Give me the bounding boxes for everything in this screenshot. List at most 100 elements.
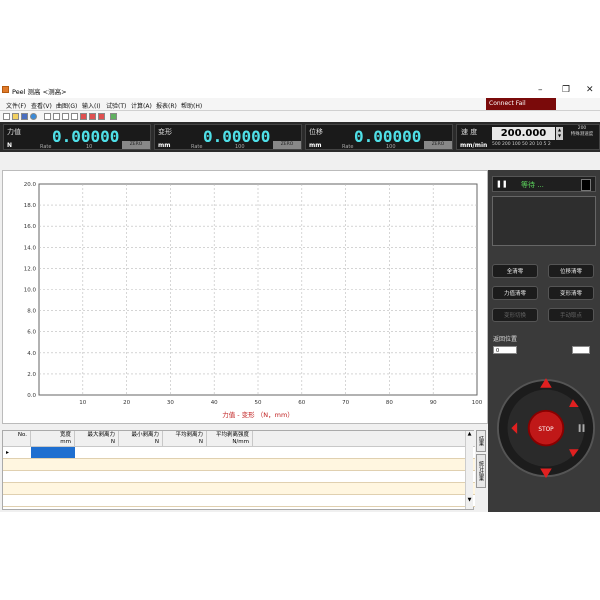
displacement-rate-label: Rate <box>342 144 354 150</box>
displacement-unit: mm <box>309 142 322 149</box>
displacement-panel: 位移 mm 0.00000 Rate 100 ZERO <box>305 124 453 150</box>
menu-file[interactable]: 文件(F) <box>6 101 26 110</box>
force-unit: N <box>7 142 13 149</box>
y-tick-label: 12.0 <box>24 266 37 272</box>
x-tick-label: 30 <box>167 400 174 406</box>
control-panel: ❚❚ 等待 ... 全清零 位移清零 力值清零 变形清零 变形切换 手动取点 返… <box>488 170 600 512</box>
special-speed[interactable]: 200 特殊测速度 <box>565 126 599 138</box>
table-scrollbar[interactable]: ▲ ▼ <box>465 431 473 509</box>
tab-results[interactable]: 结果 <box>476 430 486 452</box>
return-position-input[interactable]: 0 <box>493 346 517 354</box>
table-row[interactable] <box>3 483 475 495</box>
selected-cell[interactable] <box>31 447 75 458</box>
menu-graph[interactable]: 曲图(G) <box>56 101 77 110</box>
col-avg-label: 平均剥离力 <box>175 432 203 438</box>
print-icon[interactable] <box>89 113 96 120</box>
table-icon[interactable] <box>44 113 51 120</box>
app-icon <box>2 86 9 93</box>
y-tick-label: 4.0 <box>27 351 36 357</box>
menu-view[interactable]: 查看(V) <box>31 101 52 110</box>
displacement-zero-button[interactable]: ZERO <box>424 141 452 149</box>
position-spinner[interactable] <box>572 346 590 354</box>
col-avg-unit: N <box>198 439 203 445</box>
curve-icon[interactable] <box>62 113 69 120</box>
col-min-unit: N <box>154 439 159 445</box>
col-no[interactable]: No. <box>3 431 31 447</box>
col-avg-force[interactable]: 平均剥离力 N <box>163 431 207 447</box>
table-row[interactable] <box>3 459 475 471</box>
y-tick-label: 10.0 <box>24 288 37 294</box>
help-icon[interactable] <box>30 113 37 120</box>
speed-spinner[interactable]: ▲ ▼ <box>556 127 563 140</box>
open-folder-icon[interactable] <box>12 113 19 120</box>
x-tick-label: 90 <box>430 400 437 406</box>
switch-deform-button[interactable]: 变形切换 <box>492 308 538 322</box>
minimize-button[interactable]: – <box>538 84 543 96</box>
force-zero-button[interactable]: ZERO <box>122 141 150 149</box>
title-bar: Peel 测高 <测高> – ❐ ✕ <box>0 82 600 98</box>
col-width-label: 宽度 <box>59 432 71 438</box>
menu-test[interactable]: 试验(T) <box>106 101 126 110</box>
grid-icon[interactable] <box>71 113 78 120</box>
menu-report[interactable]: 报表(R) <box>156 101 177 110</box>
deform-rate: 100 <box>235 144 245 150</box>
close-button[interactable]: ✕ <box>586 84 594 96</box>
new-file-icon[interactable] <box>3 113 10 120</box>
deform-zero-button[interactable]: ZERO <box>273 141 301 149</box>
force-label: 力值 <box>7 128 21 136</box>
speed-presets[interactable]: 500 200 100 50 20 10 5 2 <box>492 142 551 147</box>
col-avg-strength[interactable]: 平均剥离强度 N/mm <box>207 431 253 447</box>
return-position-label: 返回位置 <box>493 336 518 343</box>
displacement-rate: 100 <box>386 144 396 150</box>
menu-input[interactable]: 输入(I) <box>82 101 100 110</box>
save-icon[interactable] <box>21 113 28 120</box>
manual-point-button[interactable]: 手动取点 <box>548 308 594 322</box>
chart-area: 0.0 2.0 4.0 6.0 8.0 10.0 12.0 14.0 16.0 18.0 20.0 1… <box>2 170 488 424</box>
special-speed-label: 特殊测速度 <box>570 132 594 137</box>
col-width-unit: mm <box>60 439 71 445</box>
table-row[interactable] <box>3 471 475 483</box>
clear-deform-button[interactable]: 变形清零 <box>548 286 594 300</box>
speed-panel: 速 度 mm/min 200.000 ▲ ▼ 200 特殊测速度 500 200 1… <box>456 124 600 150</box>
maximize-button[interactable]: ❐ <box>562 84 570 96</box>
col-min-force[interactable]: 最小剥离力 N <box>119 431 163 447</box>
y-tick-label: 2.0 <box>27 372 36 378</box>
col-min-label: 最小剥离力 <box>131 432 159 438</box>
x-axis-label: 力值 - 变形 （N，mm） <box>222 410 294 419</box>
pause-right-icon[interactable] <box>578 424 581 432</box>
col-strength-unit: N/mm <box>232 439 249 445</box>
tab-statistics[interactable]: 统计结果 <box>476 454 486 488</box>
chart-icon[interactable] <box>53 113 60 120</box>
col-width[interactable]: 宽度 mm <box>31 431 75 447</box>
stop-label: STOP <box>538 427 554 433</box>
force-rate-label: Rate <box>40 144 52 150</box>
special-speed-value: 200 <box>577 126 587 131</box>
table-row[interactable] <box>3 495 475 507</box>
settings-icon[interactable] <box>110 113 117 120</box>
connect-status: Connect Fail <box>486 98 556 110</box>
clear-displacement-button[interactable]: 位移清零 <box>548 264 594 278</box>
pause-icon[interactable]: ❚❚ <box>496 180 508 188</box>
status-indicator <box>581 179 591 191</box>
displacement-label: 位移 <box>309 128 323 136</box>
export-icon[interactable] <box>80 113 87 120</box>
y-tick-label: 0.0 <box>27 393 36 399</box>
readout-bar: 力值 N 0.00000 Rate 10 ZERO 变形 mm 0.00000 … <box>0 122 600 152</box>
force-deformation-chart: 0.0 2.0 4.0 6.0 8.0 10.0 12.0 14.0 16.0 18.0 20.0 1… <box>24 182 483 419</box>
clear-force-button[interactable]: 力值清零 <box>492 286 538 300</box>
clear-all-button[interactable]: 全清零 <box>492 264 538 278</box>
menu-calc[interactable]: 计算(A) <box>131 101 152 110</box>
speed-input[interactable]: 200.000 <box>492 127 555 140</box>
y-tick-label: 18.0 <box>24 203 37 209</box>
menu-help[interactable]: 帮助(H) <box>181 101 202 110</box>
col-max-force[interactable]: 最大剥离力 N <box>75 431 119 447</box>
force-rate: 10 <box>86 144 93 150</box>
deform-panel: 变形 mm 0.00000 Rate 100 ZERO <box>154 124 302 150</box>
col-empty <box>253 431 475 447</box>
deform-label: 变形 <box>158 128 172 136</box>
results-table: No. 宽度 mm 最大剥离力 N 最小剥离力 N 平均剥离力 N 平均剥离强度 N/mm… <box>2 430 475 510</box>
col-max-label: 最大剥离力 <box>87 432 115 438</box>
y-tick-label: 6.0 <box>27 330 36 336</box>
report-icon[interactable] <box>98 113 105 120</box>
table-row[interactable]: ▸ <box>3 447 475 459</box>
